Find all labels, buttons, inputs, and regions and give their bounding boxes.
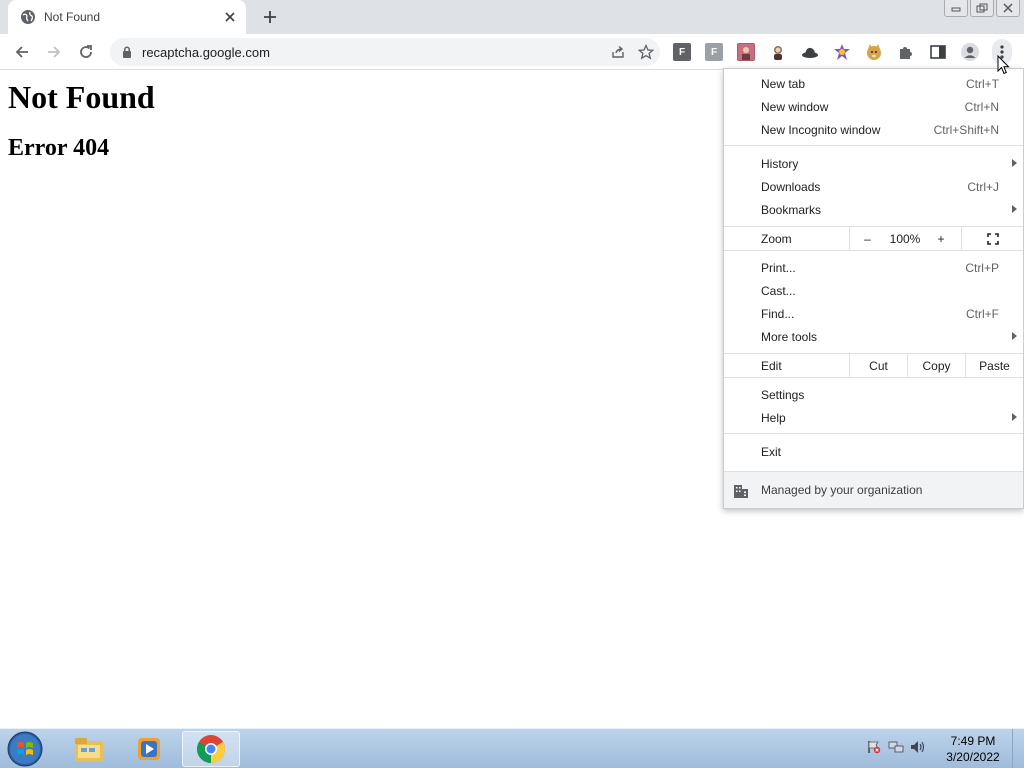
window-controls — [944, 0, 1020, 17]
cut-button[interactable]: Cut — [849, 354, 907, 377]
show-desktop-button[interactable] — [1012, 729, 1024, 768]
menu-zoom-row: Zoom – 100% + — [724, 226, 1023, 251]
fullscreen-icon[interactable] — [961, 227, 1023, 250]
extension-avatar-2-icon[interactable] — [769, 43, 787, 61]
submenu-arrow-icon — [1012, 413, 1017, 421]
minimize-icon[interactable] — [944, 0, 968, 17]
menu-item-find[interactable]: Find... Ctrl+F — [724, 302, 1023, 325]
submenu-arrow-icon — [1012, 205, 1017, 213]
building-icon — [733, 484, 749, 498]
url-text: recaptcha.google.com — [142, 44, 270, 60]
start-button[interactable] — [6, 731, 44, 767]
browser-toolbar: recaptcha.google.com F F — [0, 34, 1024, 70]
menu-item-bookmarks[interactable]: Bookmarks — [724, 198, 1023, 221]
tab-strip: Not Found — [0, 0, 1024, 34]
windows-taskbar: 7:49 PM 3/20/2022 — [0, 728, 1024, 768]
system-tray — [866, 739, 926, 755]
window-close-icon[interactable] — [996, 0, 1020, 17]
extension-f-1-icon[interactable]: F — [673, 43, 691, 61]
volume-icon[interactable] — [910, 739, 926, 755]
chrome-main-menu: New tab Ctrl+T New window Ctrl+N New Incog… — [723, 68, 1024, 509]
taskbar-clock[interactable]: 7:49 PM 3/20/2022 — [938, 733, 1008, 765]
new-tab-plus-icon[interactable] — [258, 6, 282, 28]
menu-item-more-tools[interactable]: More tools — [724, 325, 1023, 348]
tab-title: Not Found — [44, 10, 101, 24]
side-panel-icon[interactable] — [929, 43, 947, 61]
menu-edit-row: Edit Cut Copy Paste — [724, 353, 1023, 378]
copy-button[interactable]: Copy — [907, 354, 965, 377]
zoom-level: 100% — [889, 231, 921, 246]
page-subheading: Error 404 — [8, 135, 110, 161]
menu-item-settings[interactable]: Settings — [724, 383, 1023, 406]
submenu-arrow-icon — [1012, 332, 1017, 340]
clock-time: 7:49 PM — [950, 734, 996, 748]
extension-doge-icon[interactable] — [865, 43, 883, 61]
menu-item-new-tab[interactable]: New tab Ctrl+T — [724, 72, 1023, 95]
extensions-puzzle-icon[interactable] — [897, 43, 915, 61]
profile-avatar-icon[interactable] — [961, 43, 979, 61]
menu-item-downloads[interactable]: Downloads Ctrl+J — [724, 175, 1023, 198]
forward-arrow-icon[interactable] — [42, 40, 66, 64]
zoom-out-button[interactable]: – — [849, 227, 885, 250]
menu-item-print[interactable]: Print... Ctrl+P — [724, 256, 1023, 279]
zoom-label: Zoom — [761, 232, 792, 246]
managed-by-organization[interactable]: Managed by your organization — [724, 471, 1023, 508]
taskbar-media-player-icon[interactable] — [120, 731, 178, 767]
restore-icon[interactable] — [970, 0, 994, 17]
share-icon[interactable] — [604, 40, 632, 64]
tab-close-icon[interactable] — [220, 7, 240, 27]
extension-f-2-icon[interactable]: F — [705, 43, 723, 61]
menu-item-new-window[interactable]: New window Ctrl+N — [724, 95, 1023, 118]
submenu-arrow-icon — [1012, 159, 1017, 167]
menu-item-new-incognito[interactable]: New Incognito window Ctrl+Shift+N — [724, 118, 1023, 141]
menu-divider — [724, 145, 1023, 146]
globe-icon — [20, 9, 36, 25]
extension-hat-icon[interactable] — [801, 43, 819, 61]
paste-button[interactable]: Paste — [965, 354, 1023, 377]
back-arrow-icon[interactable] — [10, 40, 34, 64]
bookmark-star-icon[interactable] — [632, 40, 660, 64]
menu-item-history[interactable]: History — [724, 152, 1023, 175]
taskbar-chrome-icon[interactable] — [182, 731, 240, 767]
edit-label: Edit — [761, 359, 782, 373]
reload-icon[interactable] — [74, 40, 98, 64]
menu-item-help[interactable]: Help — [724, 406, 1023, 429]
network-icon[interactable] — [888, 739, 904, 755]
menu-item-exit[interactable]: Exit — [724, 440, 1023, 463]
address-bar[interactable]: recaptcha.google.com — [110, 38, 660, 66]
menu-item-cast[interactable]: Cast... — [724, 279, 1023, 302]
browser-tab[interactable]: Not Found — [8, 0, 246, 34]
action-center-flag-icon[interactable] — [866, 739, 882, 755]
page-heading: Not Found — [8, 79, 155, 115]
taskbar-file-explorer-icon[interactable] — [60, 731, 118, 767]
lock-icon[interactable] — [120, 45, 134, 59]
extension-star-icon[interactable] — [833, 43, 851, 61]
managed-label: Managed by your organization — [761, 483, 923, 497]
menu-divider — [724, 433, 1023, 434]
clock-date: 3/20/2022 — [946, 750, 1000, 764]
mouse-cursor-icon — [997, 54, 1011, 75]
extension-avatar-1-icon[interactable] — [737, 43, 755, 61]
zoom-in-button[interactable]: + — [925, 227, 957, 250]
